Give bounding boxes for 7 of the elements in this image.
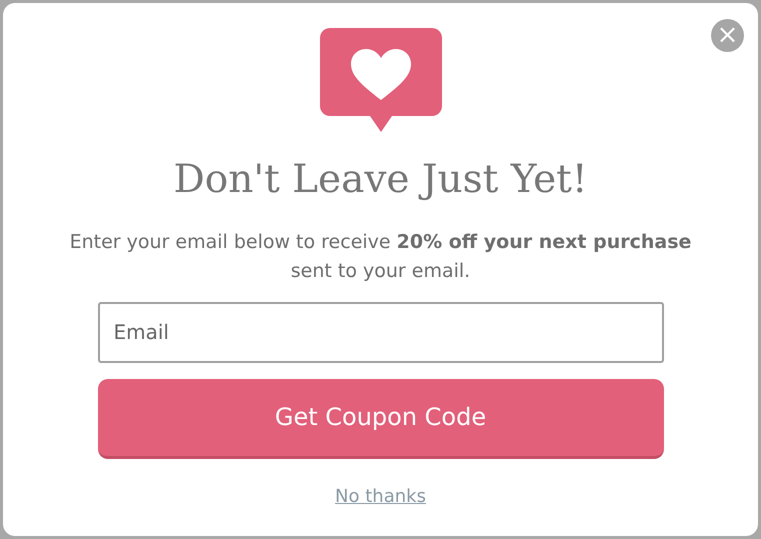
no-thanks-link[interactable]: No thanks	[335, 482, 426, 510]
close-button[interactable]: ×	[711, 19, 744, 52]
email-field[interactable]: Email	[98, 302, 664, 363]
get-coupon-button[interactable]: Get Coupon Code	[98, 378, 664, 459]
popup-title: Don't Leave Just Yet!	[173, 157, 588, 204]
offer-message: Enter your email below to receive 20% off your next purchase sent to your email.	[68, 230, 692, 284]
heart-bubble-icon	[320, 28, 442, 133]
